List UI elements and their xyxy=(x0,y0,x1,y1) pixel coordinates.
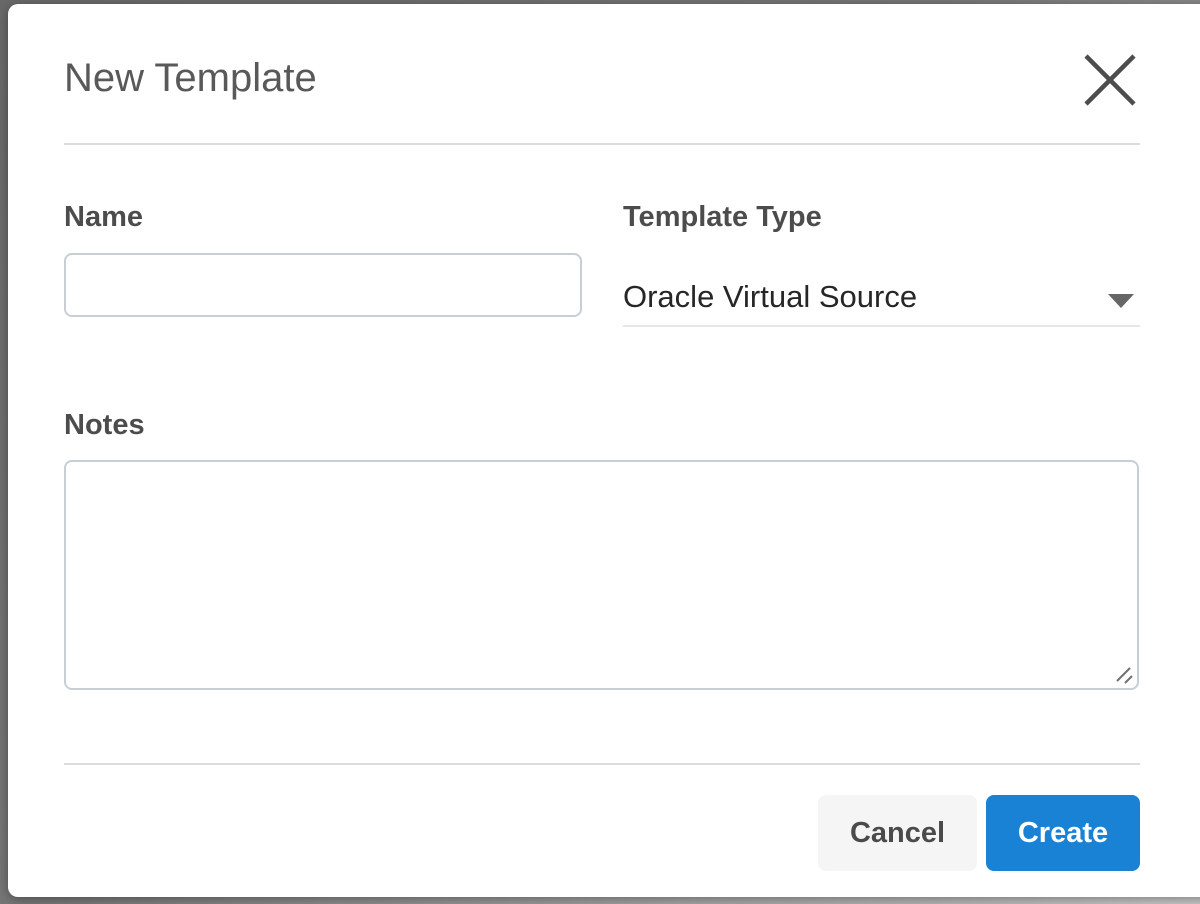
resize-grip-icon[interactable] xyxy=(1113,664,1135,686)
footer-divider xyxy=(64,763,1140,765)
notes-textarea[interactable] xyxy=(64,460,1139,690)
notes-label: Notes xyxy=(64,408,145,442)
close-icon xyxy=(1083,53,1137,107)
template-type-label: Template Type xyxy=(623,200,822,234)
dialog-title: New Template xyxy=(64,54,317,102)
header-divider xyxy=(64,143,1140,145)
create-button[interactable]: Create xyxy=(986,795,1140,871)
template-type-dropdown[interactable]: Oracle Virtual Source xyxy=(623,269,1140,327)
notes-field-wrapper xyxy=(64,460,1139,690)
close-button[interactable] xyxy=(1074,44,1146,116)
name-label: Name xyxy=(64,200,143,234)
name-input[interactable] xyxy=(64,253,582,317)
template-type-selected-value: Oracle Virtual Source xyxy=(623,269,1140,325)
new-template-dialog: New Template Name Template Type Oracle V… xyxy=(8,4,1200,897)
cancel-button[interactable]: Cancel xyxy=(818,795,977,871)
chevron-down-icon xyxy=(1108,294,1134,308)
